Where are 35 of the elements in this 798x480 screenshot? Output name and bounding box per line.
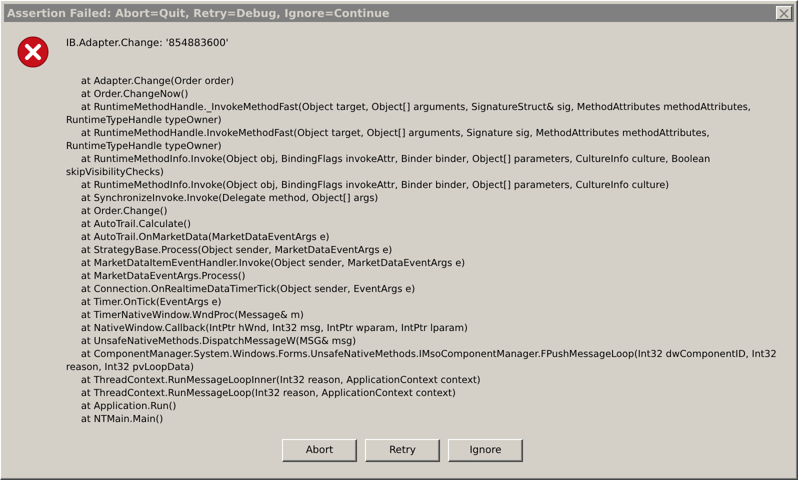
stack-trace-line: at TimerNativeWindow.WndProc(Message& m) [80, 309, 305, 322]
dialog-button[interactable]: Abort [282, 439, 357, 462]
stack-trace-line: at UnsafeNativeMethods.DispatchMessageW(MSG& msg) [80, 335, 357, 348]
stack-trace-line: at SynchronizeInvoke.Invoke(Delegate method, Object[] args) [80, 192, 380, 205]
stack-trace-line: at Connection.OnRealtimeDataTimerTick(Object sender, EventArgs e) [80, 283, 416, 296]
stack-trace-line: at ThreadContext.RunMessageLoop(Int32 reason, ApplicationContext context) [80, 387, 457, 400]
stack-trace-line: at RuntimeMethodHandle._InvokeMethodFast(Object target, Object[] arguments, SignatureStruct& sig, MethodAttributes methodAttributes, [80, 101, 752, 114]
stack-trace-line: at Adapter.Change(Order order) [80, 75, 236, 88]
stack-trace-line: at RuntimeMethodInfo.Invoke(Object obj, BindingFlags invokeAttr, Binder binder, Object[] parameters, CultureInfo culture) [80, 179, 670, 192]
stack-trace-line: RuntimeTypeHandle typeOwner) [66, 140, 222, 153]
stack-trace-line: at NativeWindow.Callback(IntPtr hWnd, Int32 msg, IntPtr wparam, IntPtr lparam) [80, 322, 469, 335]
stack-trace-line: at AutoTrail.Calculate() [80, 218, 192, 231]
stack-trace-line: at MarketDataItemEventHandler.Invoke(Object sender, MarketDataEventArgs e) [80, 257, 466, 270]
stack-trace-line: at NTMain.Main() [80, 413, 164, 426]
stack-trace-line: RuntimeTypeHandle typeOwner) [66, 114, 222, 127]
error-icon [17, 36, 49, 68]
stack-trace-line: at Application.Run() [80, 400, 178, 413]
stack-trace-line: at StrategyBase.Process(Object sender, MarketDataEventArgs e) [80, 244, 394, 257]
stack-trace-line: skipVisibilityChecks) [66, 166, 165, 179]
window-title: Assertion Failed: Abort=Quit, Retry=Debug, Ignore=Continue [7, 6, 390, 20]
dialog-button[interactable]: Retry [365, 439, 440, 462]
error-message: IB.Adapter.Change: '854883600' [66, 37, 230, 50]
stack-trace-line: at AutoTrail.OnMarketData(MarketDataEventArgs e) [80, 231, 330, 244]
stack-trace-line: at Order.Change() [80, 205, 168, 218]
close-button[interactable] [776, 6, 792, 20]
stack-trace-line: at ComponentManager.System.Windows.Forms.UnsafeNativeMethods.IMsoComponentManager.FPushMessageLoop(Int32 dwComponentID, Int32 [80, 348, 777, 361]
stack-trace-line: reason, Int32 pvLoopData) [66, 361, 195, 374]
dialog-button[interactable]: Ignore [448, 439, 523, 462]
stack-trace-line: at RuntimeMethodInfo.Invoke(Object obj, BindingFlags invokeAttr, Binder binder, Object[] parameters, CultureInfo culture, Boolean [80, 153, 712, 166]
stack-trace-line: at RuntimeMethodHandle.InvokeMethodFast(Object target, Object[] arguments, Signature sig, MethodAttributes methodAttributes, [80, 127, 711, 140]
stack-trace-line: at Order.ChangeNow() [80, 88, 190, 101]
close-icon [779, 8, 789, 18]
stack-trace-line: at ThreadContext.RunMessageLoopInner(Int32 reason, ApplicationContext context) [80, 374, 482, 387]
stack-trace-line: at Timer.OnTick(EventArgs e) [80, 296, 222, 309]
stack-trace-line: at MarketDataEventArgs.Process() [80, 270, 246, 283]
